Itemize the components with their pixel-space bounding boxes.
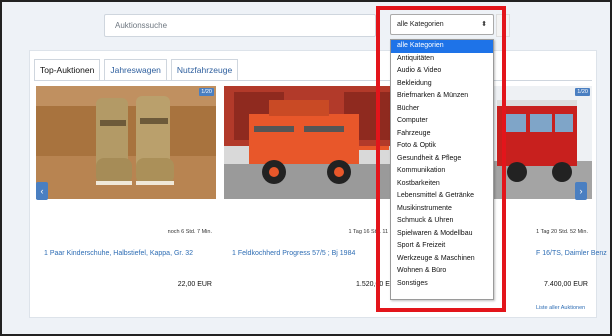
- photo-counter-badge: 1/20: [575, 88, 590, 96]
- highlight-box: [376, 6, 506, 312]
- time-left: 1 Tag 20 Std. 52 Min.: [536, 229, 588, 235]
- auction-title-link[interactable]: F 16/TS, Daimler Benz: [536, 250, 607, 257]
- tab-top-auktionen[interactable]: Top-Auktionen: [34, 59, 101, 81]
- time-left: noch 6 Std. 7 Min.: [167, 229, 212, 235]
- photo-counter-badge: 1/20: [199, 88, 214, 96]
- auction-tabs: Top-Auktionen Jahreswagen Nutzfahrzeuge: [34, 59, 239, 81]
- carousel-next-button[interactable]: ›: [575, 182, 587, 200]
- tab-jahreswagen[interactable]: Jahreswagen: [104, 59, 167, 81]
- auction-photo[interactable]: 1/20: [36, 86, 216, 199]
- auction-title-link[interactable]: 1 Paar Kinderschuhe, Halbstiefel, Kappa,…: [44, 250, 193, 257]
- auction-price: 7.400,00 EUR: [544, 281, 588, 288]
- auction-title-link[interactable]: 1 Feldkochherd Progress 57/5 ; Bj 1984: [232, 250, 355, 257]
- chevron-right-icon: ›: [579, 186, 583, 196]
- chevron-left-icon: ‹: [40, 186, 44, 196]
- tab-divider: [34, 80, 592, 81]
- auction-price: 22,00 EUR: [177, 281, 212, 288]
- search-input[interactable]: [104, 14, 376, 37]
- auction-card[interactable]: 1/20 noch 6 Std. 7 Min. 1 Paar Kindersch…: [36, 86, 216, 298]
- tab-nutzfahrzeuge[interactable]: Nutzfahrzeuge: [170, 59, 239, 81]
- carousel-prev-button[interactable]: ‹: [36, 182, 48, 200]
- all-auctions-link[interactable]: Liste aller Auktionen: [536, 305, 585, 311]
